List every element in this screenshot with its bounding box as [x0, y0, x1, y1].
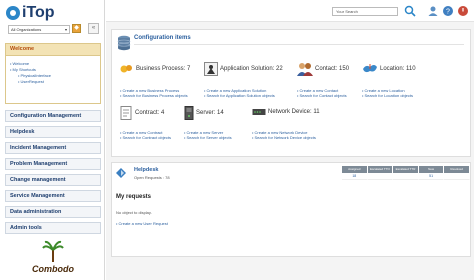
menu-group-problem-management[interactable]: Problem Management — [5, 158, 101, 170]
configuration-items-panel: Configuration items Business Process: 7 … — [111, 29, 471, 157]
configuration-items-title: Configuration items — [134, 35, 191, 41]
organization-select-value: All Organizations — [11, 27, 42, 32]
combodo-logo: Combodo — [28, 240, 78, 278]
column-header: Escalated TTR — [393, 166, 419, 173]
contract-icon — [120, 106, 132, 120]
search-location-link[interactable]: • Search for Location objects — [362, 93, 413, 98]
global-search-input[interactable]: Your Search — [332, 7, 398, 16]
ci-location[interactable]: Location: 110 — [362, 63, 416, 75]
ci-application-solution-label: Application Solution: 22 — [220, 66, 283, 72]
ci-application-solution[interactable]: Application Solution: 22 — [204, 62, 283, 76]
column-header: Resolved — [444, 166, 470, 173]
helpdesk-panel: Helpdesk Open Requests : 78 Assigned Esc… — [111, 162, 471, 257]
itop-logo-text: iTop — [22, 4, 55, 21]
chevron-down-icon: ▾ — [64, 27, 67, 32]
menu-group-helpdesk[interactable]: Helpdesk — [5, 126, 101, 138]
business-process-icon — [120, 65, 132, 73]
ci-server-links: • Create a new Server • Search for Serve… — [184, 130, 232, 140]
ci-business-process-label: Business Process: 7 — [136, 66, 191, 72]
ci-location-links: • Create a new Location • Search for Loc… — [362, 88, 413, 98]
main-content: Configuration items Business Process: 7 … — [106, 22, 474, 280]
open-requests-count: Open Requests : 78 — [134, 175, 170, 180]
helpdesk-stats-header: Assigned Escalated TTO Escalated TTR New… — [342, 166, 470, 173]
ci-business-process-links: • Create a new Business Process • Search… — [120, 88, 188, 98]
filter-icon: ◆ — [74, 25, 79, 31]
search-contact-link[interactable]: • Search for Contact objects — [297, 93, 347, 98]
organization-filter-button[interactable]: ◆ — [72, 24, 81, 33]
menu-group-change-management[interactable]: Change management — [5, 174, 101, 186]
combodo-wordmark: Combodo — [32, 264, 74, 274]
ci-server-label: Server: 14 — [196, 110, 224, 116]
stat-escalated-ttr[interactable] — [393, 173, 419, 180]
user-icon[interactable] — [427, 5, 439, 17]
no-objects-message: No object to display. — [116, 210, 152, 215]
ci-contact[interactable]: Contact: 150 — [297, 62, 349, 76]
menu-group-data-administration[interactable]: Data administration — [5, 206, 101, 218]
menu-group-admin-tools[interactable]: Admin tools — [5, 222, 101, 234]
stat-new[interactable]: 51 — [418, 173, 445, 180]
location-icon — [363, 64, 377, 73]
ci-contact-links: • Create a new Contact • Search for Cont… — [297, 88, 347, 98]
logoff-icon[interactable] — [457, 5, 469, 17]
stat-escalated-tto[interactable] — [367, 173, 394, 180]
network-device-icon — [252, 109, 266, 115]
menu-group-service-management[interactable]: Service Management — [5, 190, 101, 202]
menu-welcome-links: • Welcome • My Shortcuts • PhysicalInter… — [5, 56, 101, 104]
ci-network-device[interactable]: Network Device: 11 — [252, 108, 320, 116]
column-header: Assigned — [342, 166, 368, 173]
top-bar: Your Search ? — [106, 0, 474, 22]
server-icon — [184, 106, 194, 120]
column-header: Escalated TTO — [367, 166, 394, 173]
ci-business-process[interactable]: Business Process: 7 — [120, 63, 190, 75]
my-requests-title: My requests — [116, 194, 152, 200]
search-contract-link[interactable]: • Search for Contract objects — [120, 135, 171, 140]
ci-server[interactable]: Server: 14 — [184, 106, 224, 120]
menu-group-configuration-management[interactable]: Configuration Management — [5, 110, 101, 122]
menu-link-user-request[interactable]: • UserRequest — [10, 79, 96, 85]
create-user-request-link[interactable]: • Create a new User Request — [116, 221, 168, 226]
contact-icon — [297, 63, 313, 76]
search-application-solution-link[interactable]: • Search for Application Solution object… — [204, 93, 275, 98]
sidebar: iTop All Organizations ▾ ◆ « Welcome • W… — [0, 0, 105, 280]
ci-network-device-links: • Create a new Network Device • Search f… — [252, 130, 316, 140]
divider — [134, 44, 464, 45]
helpdesk-stats-table: Assigned Escalated TTO Escalated TTR New… — [342, 166, 470, 180]
itop-logo-mark-icon — [6, 6, 20, 20]
help-icon[interactable]: ? — [442, 5, 454, 17]
ci-contract-links: • Create a new Contract • Search for Con… — [120, 130, 171, 140]
ci-location-label: Location: 110 — [380, 66, 416, 72]
application-solution-icon — [204, 62, 218, 76]
ci-network-device-label: Network Device: 11 — [268, 109, 320, 115]
helpdesk-stats-row: 18 51 — [342, 173, 470, 180]
collapse-icon: « — [91, 25, 96, 31]
svg-text:?: ? — [446, 9, 450, 16]
column-header: New — [418, 166, 445, 173]
search-business-process-link[interactable]: • Search for Business Process objects — [120, 93, 188, 98]
ci-contract[interactable]: Contract: 4 — [120, 106, 164, 120]
menu-group-welcome[interactable]: Welcome — [5, 43, 101, 56]
search-server-link[interactable]: • Search for Server objects — [184, 135, 232, 140]
itop-logo[interactable]: iTop — [6, 4, 55, 22]
stat-assigned[interactable]: 18 — [342, 173, 368, 180]
stat-resolved[interactable] — [444, 173, 470, 180]
organization-select[interactable]: All Organizations ▾ — [8, 25, 70, 34]
combodo-tree-icon — [42, 240, 64, 262]
ci-application-solution-links: • Create a new Application Solution • Se… — [204, 88, 275, 98]
helpdesk-title[interactable]: Helpdesk — [134, 167, 158, 173]
helpdesk-icon — [116, 168, 126, 178]
search-icon[interactable] — [404, 5, 416, 17]
ci-contact-label: Contact: 150 — [315, 66, 350, 72]
ci-contract-label: Contract: 4 — [135, 110, 165, 116]
menu-group-incident-management[interactable]: Incident Management — [5, 142, 101, 154]
collapse-sidebar-button[interactable]: « — [88, 23, 99, 34]
search-network-device-link[interactable]: • Search for Network Device objects — [252, 135, 316, 140]
database-icon — [117, 35, 131, 51]
